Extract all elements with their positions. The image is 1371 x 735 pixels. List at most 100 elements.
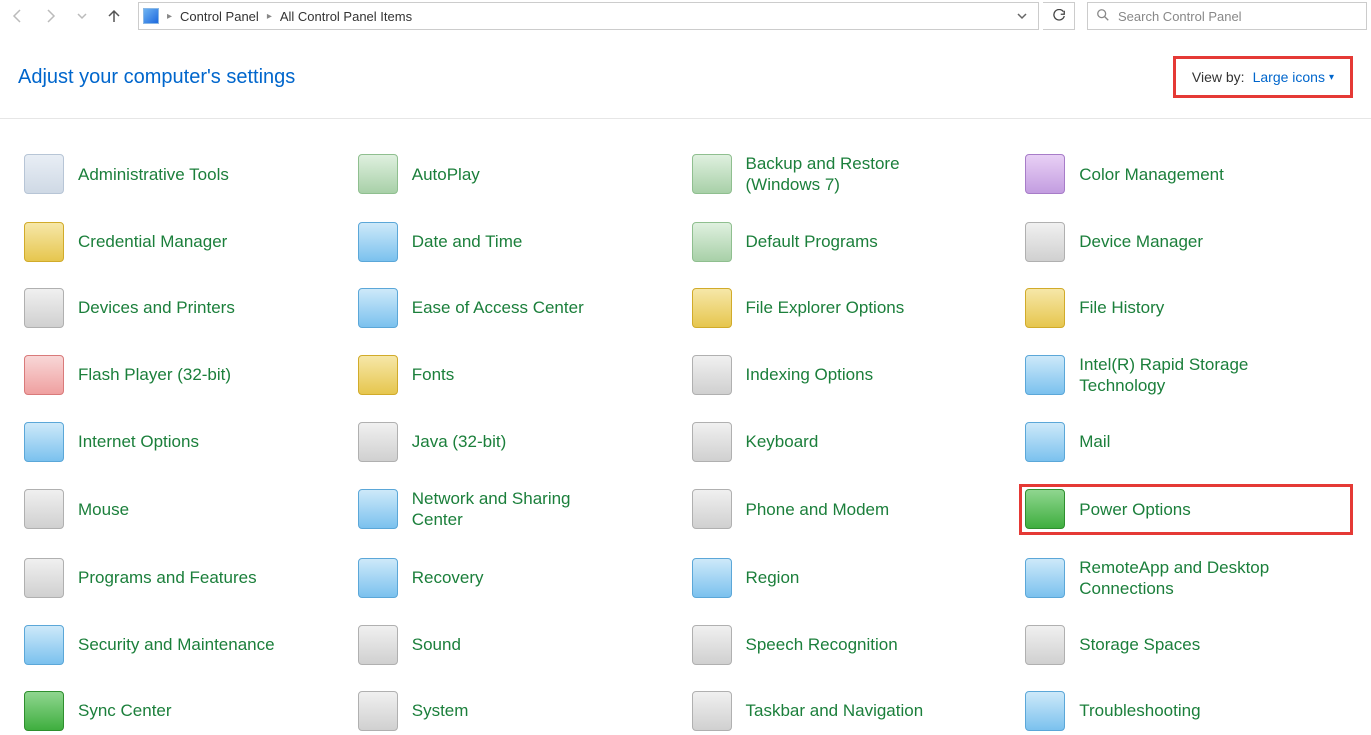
programs-and-features-icon [24,558,64,598]
item-security-and-maintenance[interactable]: Security and Maintenance [18,621,352,669]
item-keyboard[interactable]: Keyboard [686,418,1020,466]
item-devices-and-printers[interactable]: Devices and Printers [18,284,352,332]
power-options-icon [1025,489,1065,529]
item-label: Recovery [412,567,484,588]
item-device-manager[interactable]: Device Manager [1019,218,1353,266]
item-system[interactable]: System [352,687,686,735]
item-label: Flash Player (32-bit) [78,364,231,385]
troubleshooting-icon [1025,691,1065,731]
system-icon [358,691,398,731]
flash-player-icon [24,355,64,395]
arrow-left-icon [10,8,26,24]
item-ease-of-access-center[interactable]: Ease of Access Center [352,284,686,332]
item-label: Region [746,567,800,588]
item-label: Troubleshooting [1079,700,1200,721]
search-input[interactable] [1118,9,1358,24]
item-date-and-time[interactable]: Date and Time [352,218,686,266]
item-label: Storage Spaces [1079,634,1200,655]
control-panel-icon [143,8,159,24]
breadcrumb-current[interactable]: All Control Panel Items [276,9,416,24]
up-button[interactable] [100,2,128,30]
address-bar[interactable]: ▸ Control Panel ▸ All Control Panel Item… [138,2,1039,30]
network-sharing-center-icon [358,489,398,529]
item-label: Device Manager [1079,231,1203,252]
item-backup-restore[interactable]: Backup and Restore (Windows 7) [686,149,1020,200]
item-internet-options[interactable]: Internet Options [18,418,352,466]
taskbar-navigation-icon [692,691,732,731]
item-sound[interactable]: Sound [352,621,686,669]
backup-restore-icon [692,154,732,194]
search-box[interactable] [1087,2,1367,30]
items-grid: Administrative ToolsAutoPlay Backup and R… [0,119,1371,735]
item-recovery[interactable]: Recovery [352,553,686,604]
item-label: Sound [412,634,461,655]
refresh-button[interactable] [1043,2,1075,30]
forward-button[interactable] [36,2,64,30]
region-icon [692,558,732,598]
item-color-management[interactable]: Color Management [1019,149,1353,200]
item-mouse[interactable]: Mouse [18,484,352,535]
ease-of-access-center-icon [358,288,398,328]
storage-spaces-icon [1025,625,1065,665]
file-history-icon [1025,288,1065,328]
file-explorer-options-icon [692,288,732,328]
sync-center-icon [24,691,64,731]
item-file-history[interactable]: File History [1019,284,1353,332]
item-fonts[interactable]: Fonts [352,350,686,401]
keyboard-icon [692,422,732,462]
device-manager-icon [1025,222,1065,262]
item-credential-manager[interactable]: Credential Manager [18,218,352,266]
devices-and-printers-icon [24,288,64,328]
view-by-selector[interactable]: View by: Large icons ▾ [1173,56,1353,98]
item-label: RemoteApp and Desktop Connections [1079,557,1289,600]
item-label: Color Management [1079,164,1224,185]
chevron-down-icon [1017,11,1027,21]
item-file-explorer-options[interactable]: File Explorer Options [686,284,1020,332]
item-label: Intel(R) Rapid Storage Technology [1079,354,1289,397]
item-network-sharing-center[interactable]: Network and Sharing Center [352,484,686,535]
item-sync-center[interactable]: Sync Center [18,687,352,735]
item-region[interactable]: Region [686,553,1020,604]
item-label: Sync Center [78,700,172,721]
item-flash-player[interactable]: Flash Player (32-bit) [18,350,352,401]
item-default-programs[interactable]: Default Programs [686,218,1020,266]
item-label: Backup and Restore (Windows 7) [746,153,956,196]
item-troubleshooting[interactable]: Troubleshooting [1019,687,1353,735]
item-label: Security and Maintenance [78,634,275,655]
item-speech-recognition[interactable]: Speech Recognition [686,621,1020,669]
item-phone-and-modem[interactable]: Phone and Modem [686,484,1020,535]
recent-locations-button[interactable] [68,2,96,30]
item-programs-and-features[interactable]: Programs and Features [18,553,352,604]
date-and-time-icon [358,222,398,262]
chevron-down-icon [77,11,87,21]
item-remoteapp-desktop[interactable]: RemoteApp and Desktop Connections [1019,553,1353,604]
item-autoplay[interactable]: AutoPlay [352,149,686,200]
chevron-down-icon: ▾ [1329,72,1334,83]
back-button[interactable] [4,2,32,30]
item-label: Network and Sharing Center [412,488,622,531]
item-indexing-options[interactable]: Indexing Options [686,350,1020,401]
internet-options-icon [24,422,64,462]
breadcrumb-sep-icon: ▸ [165,11,174,22]
item-label: Taskbar and Navigation [746,700,924,721]
security-and-maintenance-icon [24,625,64,665]
indexing-options-icon [692,355,732,395]
view-by-value[interactable]: Large icons ▾ [1253,69,1334,85]
intel-rapid-storage-icon [1025,355,1065,395]
item-java[interactable]: Java (32-bit) [352,418,686,466]
item-power-options[interactable]: Power Options [1019,484,1353,535]
default-programs-icon [692,222,732,262]
address-dropdown-button[interactable] [1010,4,1034,28]
mouse-icon [24,489,64,529]
item-label: Mouse [78,499,129,520]
breadcrumb-root[interactable]: Control Panel [176,9,263,24]
item-administrative-tools[interactable]: Administrative Tools [18,149,352,200]
speech-recognition-icon [692,625,732,665]
item-storage-spaces[interactable]: Storage Spaces [1019,621,1353,669]
item-label: Devices and Printers [78,297,235,318]
item-mail[interactable]: Mail [1019,418,1353,466]
item-label: Speech Recognition [746,634,898,655]
item-intel-rapid-storage[interactable]: Intel(R) Rapid Storage Technology [1019,350,1353,401]
item-taskbar-navigation[interactable]: Taskbar and Navigation [686,687,1020,735]
mail-icon [1025,422,1065,462]
